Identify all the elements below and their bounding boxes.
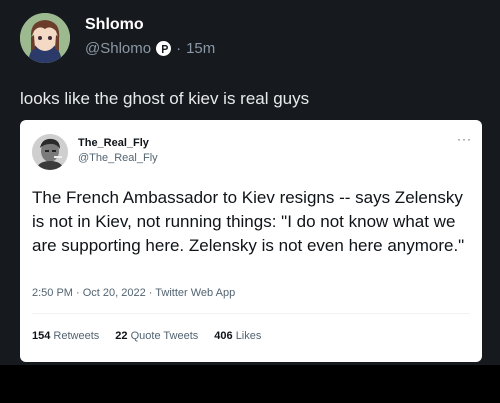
portrait-photo-icon (32, 134, 68, 170)
quote-tweets-stat: 22 Quote Tweets (115, 330, 198, 342)
post-card: Shlomo @Shlomo · 15m looks like the ghos… (0, 0, 500, 365)
retweets-stat: 154 Retweets (32, 330, 99, 342)
post-timestamp[interactable]: 15m (186, 40, 215, 57)
likes-stat: 406 Likes (214, 330, 261, 342)
embed-body-text: The French Ambassador to Kiev resigns --… (32, 188, 465, 255)
embed-avatar (32, 134, 68, 170)
retweets-count: 154 (32, 330, 51, 342)
embed-meta: 2:50 PM · Oct 20, 2022 · Twitter Web App (32, 287, 236, 299)
p-badge-icon (156, 41, 172, 56)
post-display-name[interactable]: Shlomo (85, 16, 144, 34)
embed-divider (32, 313, 470, 314)
anime-avatar-image (20, 13, 70, 63)
time-separator: · (176, 40, 182, 57)
likes-count: 406 (214, 330, 233, 342)
embed-handle: @The_Real_Fly (78, 152, 158, 164)
post-text: looks like the ghost of kiev is real guy… (20, 89, 310, 108)
post-handle-row: @Shlomo · 15m (85, 40, 215, 57)
embed-stats: 154 Retweets 22 Quote Tweets 406 Likes (32, 330, 261, 342)
retweets-label: Retweets (53, 330, 100, 342)
quotes-label: Quote Tweets (130, 330, 199, 342)
bottom-bar (0, 365, 500, 403)
embedded-tweet-screenshot[interactable]: The_Real_Fly @The_Real_Fly ··· The Frenc… (20, 120, 482, 362)
more-options-icon: ··· (457, 132, 472, 146)
quotes-count: 22 (115, 330, 128, 342)
embed-display-name: The_Real_Fly (78, 137, 149, 149)
likes-label: Likes (235, 330, 262, 342)
user-avatar[interactable] (20, 13, 70, 63)
post-handle[interactable]: @Shlomo (85, 40, 151, 57)
